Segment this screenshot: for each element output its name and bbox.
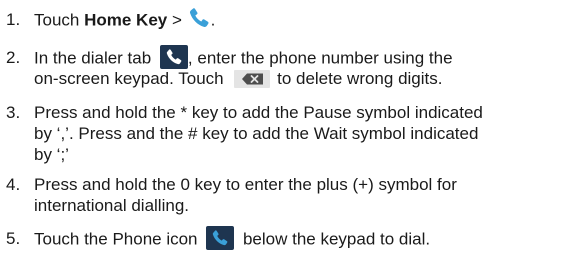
- home-key-label: Home Key: [84, 10, 168, 30]
- step-number: 5.: [6, 229, 21, 248]
- step-text: In the dialer tab , enter the phone numb…: [34, 45, 453, 89]
- step-number: 2.: [6, 48, 21, 67]
- step-text: Press and hold the * key to add the Paus…: [34, 103, 483, 164]
- phone-icon: [187, 6, 211, 30]
- dialer-tab-icon: [159, 45, 188, 69]
- step-text: Press and hold the 0 key to enter the pl…: [34, 175, 457, 215]
- step-text: Touch the Phone icon below the keypad to…: [34, 226, 430, 252]
- step-text: Touch Home Key > .: [34, 6, 215, 33]
- step-number: 4.: [6, 175, 21, 194]
- phone-button-icon: [206, 226, 235, 250]
- step-number: 1.: [6, 10, 21, 29]
- delete-key-icon: [234, 69, 271, 88]
- instruction-list: 1. Touch Home Key > . 2. In the dialer t…: [0, 0, 569, 258]
- step-number: 3.: [6, 103, 21, 122]
